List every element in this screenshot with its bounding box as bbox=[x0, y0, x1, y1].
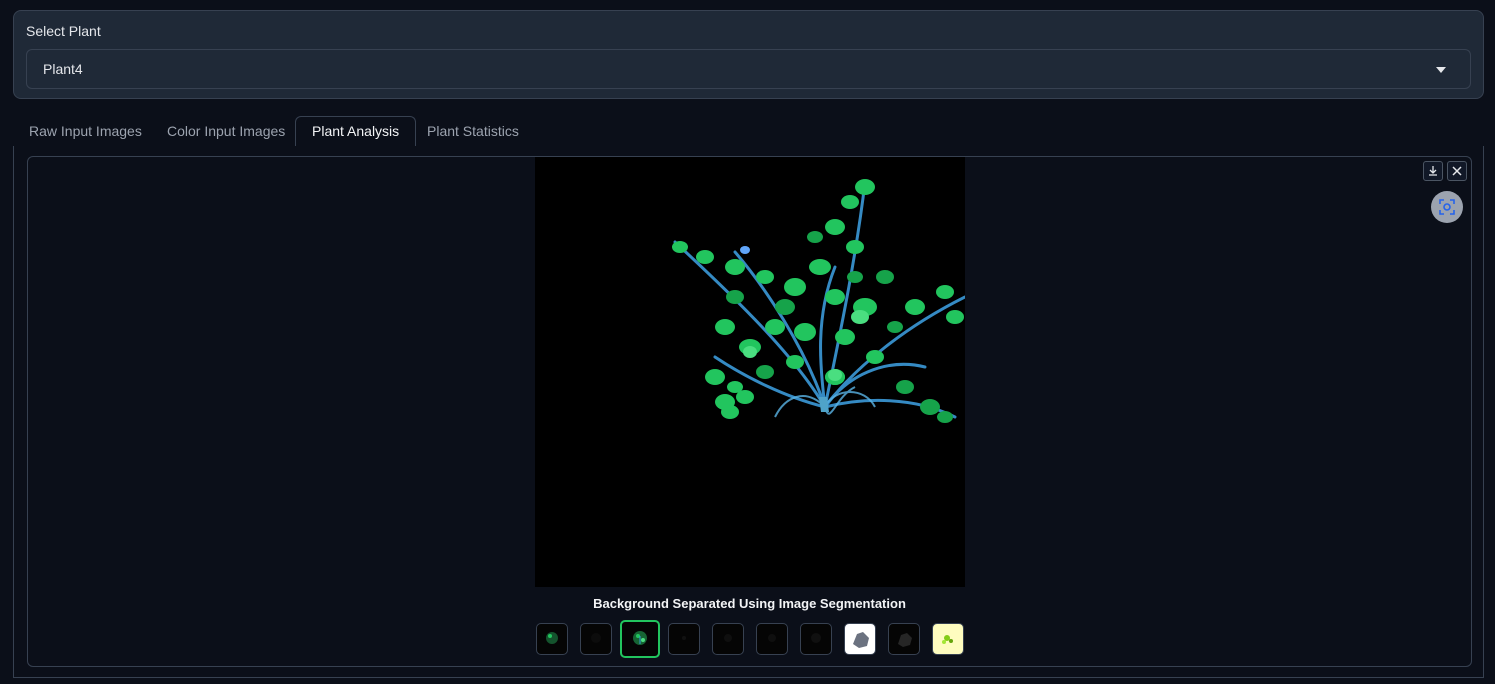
fullscreen-icon bbox=[1439, 199, 1455, 215]
thumbnail-9-preview bbox=[898, 633, 912, 647]
thumbnail-5-preview bbox=[724, 634, 732, 642]
download-icon bbox=[1429, 166, 1437, 176]
thumbnail-10[interactable] bbox=[932, 623, 964, 655]
thumbnail-3-preview bbox=[633, 631, 647, 645]
tab-bar: Raw Input Images Color Input Images Plan… bbox=[13, 116, 1484, 147]
thumbnail-8[interactable] bbox=[844, 623, 876, 655]
fullscreen-button[interactable] bbox=[1431, 191, 1463, 223]
thumbnail-7[interactable] bbox=[800, 623, 832, 655]
download-button[interactable] bbox=[1423, 161, 1443, 181]
thumbnail-1[interactable] bbox=[536, 623, 568, 655]
gallery-caption: Background Separated Using Image Segment… bbox=[593, 596, 906, 611]
plant-dropdown-value: Plant4 bbox=[43, 61, 83, 77]
thumbnail-6[interactable] bbox=[756, 623, 788, 655]
select-plant-panel: Select Plant Plant4 bbox=[13, 10, 1484, 99]
thumbnail-7-preview bbox=[811, 633, 821, 643]
thumbnail-8-preview bbox=[853, 632, 869, 648]
tab-color-input-images[interactable]: Color Input Images bbox=[151, 116, 301, 146]
tab-plant-analysis[interactable]: Plant Analysis bbox=[295, 116, 417, 147]
thumbnail-4[interactable] bbox=[668, 623, 700, 655]
close-button[interactable] bbox=[1447, 161, 1467, 181]
thumbnail-4-preview bbox=[682, 636, 686, 640]
plant-analysis-panel: Background Separated Using Image Segment… bbox=[13, 146, 1484, 678]
segmented-plant-image[interactable] bbox=[535, 157, 967, 587]
tab-plant-statistics[interactable]: Plant Statistics bbox=[411, 116, 535, 146]
image-gallery: Background Separated Using Image Segment… bbox=[27, 156, 1472, 667]
plant-illustration bbox=[535, 157, 967, 587]
close-icon bbox=[1452, 166, 1462, 176]
thumbnail-9[interactable] bbox=[888, 623, 920, 655]
thumbnail-3-selected[interactable] bbox=[620, 620, 660, 658]
select-plant-label: Select Plant bbox=[26, 23, 101, 39]
thumbnail-5[interactable] bbox=[712, 623, 744, 655]
thumbnail-2-preview bbox=[591, 633, 601, 643]
thumbnail-6-preview bbox=[768, 634, 776, 642]
thumbnail-2[interactable] bbox=[580, 623, 612, 655]
plant-dropdown[interactable]: Plant4 bbox=[26, 49, 1471, 89]
thumbnail-10-preview bbox=[942, 635, 953, 644]
tab-raw-input-images[interactable]: Raw Input Images bbox=[13, 116, 158, 146]
thumbnail-1-preview bbox=[546, 632, 558, 644]
chevron-down-icon bbox=[1436, 67, 1446, 73]
